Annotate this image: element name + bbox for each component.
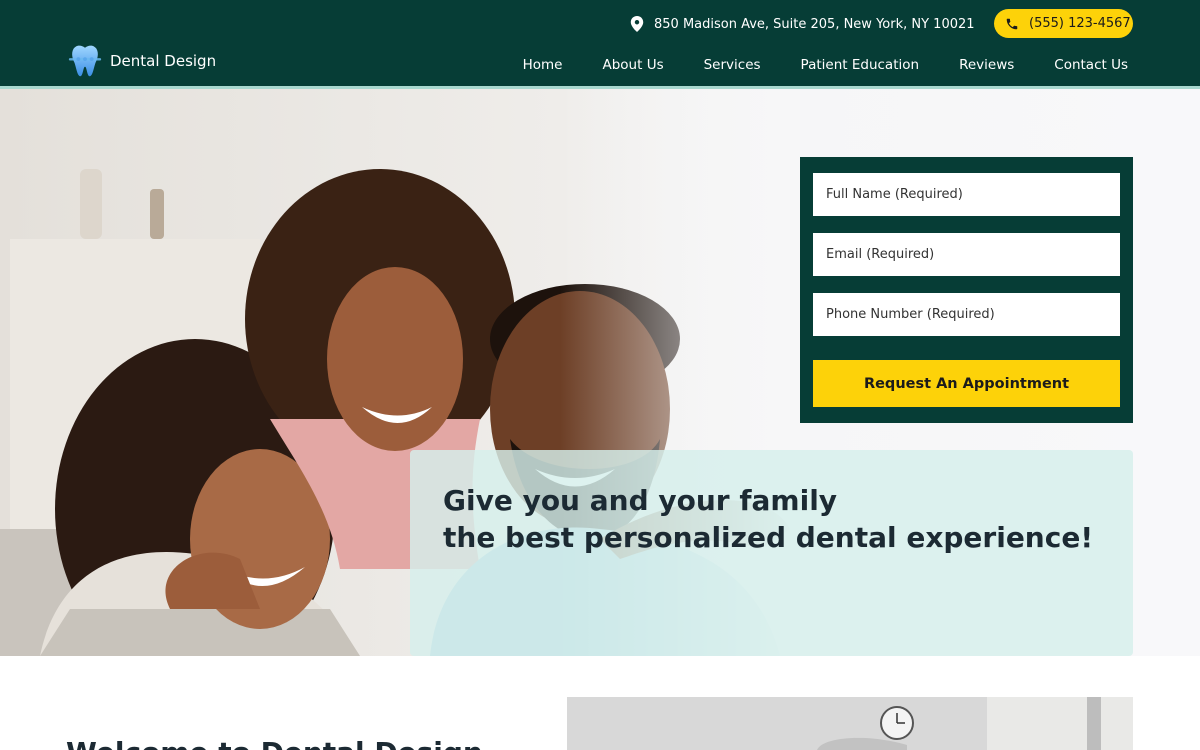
address-text: 850 Madison Ave, Suite 205, New York, NY…: [654, 16, 975, 32]
nav-home[interactable]: Home: [523, 57, 563, 73]
address: 850 Madison Ave, Suite 205, New York, NY…: [630, 14, 975, 34]
nav-patient-education[interactable]: Patient Education: [801, 57, 920, 73]
location-pin-icon: [630, 16, 644, 32]
brand-name: Dental Design: [110, 52, 217, 70]
main-nav: Home About Us Services Patient Education…: [483, 57, 1128, 73]
tooth-icon: [68, 45, 102, 77]
nav-contact-us[interactable]: Contact Us: [1054, 57, 1128, 73]
nav-services[interactable]: Services: [704, 57, 761, 73]
phone-number-input[interactable]: [813, 293, 1120, 336]
phone-icon: [1006, 18, 1018, 29]
request-appointment-button[interactable]: Request An Appointment: [813, 360, 1120, 407]
phone-button[interactable]: (555) 123-4567: [994, 9, 1133, 38]
office-photo-image: [567, 697, 1133, 750]
phone-number: (555) 123-4567: [1029, 16, 1131, 31]
tagline-panel: Give you and your family the best person…: [410, 450, 1133, 656]
hero-section: Give you and your family the best person…: [0, 89, 1200, 656]
full-name-input[interactable]: [813, 173, 1120, 216]
nav-reviews[interactable]: Reviews: [959, 57, 1014, 73]
appointment-form: Request An Appointment: [800, 157, 1133, 423]
office-photo: [567, 697, 1133, 750]
email-input[interactable]: [813, 233, 1120, 276]
tagline-line-2: the best personalized dental experience!: [443, 521, 1094, 554]
welcome-title: Welcome to Dental Design: [66, 736, 483, 750]
hero-tagline: Give you and your family the best person…: [443, 482, 1133, 556]
nav-about-us[interactable]: About Us: [602, 57, 663, 73]
site-header: Dental Design 850 Madison Ave, Suite 205…: [0, 0, 1200, 86]
tagline-line-1: Give you and your family: [443, 484, 838, 517]
logo[interactable]: Dental Design: [66, 42, 216, 80]
